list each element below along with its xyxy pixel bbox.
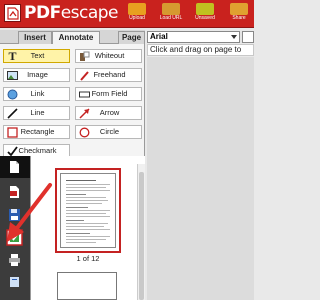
- share-icon: [230, 3, 248, 15]
- download-check-icon: [6, 229, 23, 246]
- form-field-tool-button[interactable]: Form Field: [75, 87, 142, 101]
- upload-button[interactable]: Upload: [122, 2, 152, 26]
- tab-page[interactable]: Page: [118, 31, 145, 44]
- share-doc-icon: [10, 277, 19, 287]
- page-count-label: 1 of 12: [76, 254, 100, 263]
- print-button[interactable]: [0, 249, 30, 271]
- page-sidebar-toolbar: [0, 156, 30, 300]
- image-tool-button[interactable]: Image: [3, 68, 70, 82]
- tab-insert[interactable]: Insert: [18, 31, 52, 44]
- thumbnail-page-preview: [60, 173, 116, 248]
- document-canvas[interactable]: [147, 57, 254, 300]
- font-toolbar: Arial: [147, 31, 254, 43]
- load-url-button[interactable]: Load URL: [156, 2, 186, 26]
- tab-bar: Insert Annotate Page: [0, 30, 145, 45]
- line-tool-button[interactable]: Line: [3, 106, 70, 120]
- rectangle-tool-button[interactable]: Rectangle: [3, 125, 70, 139]
- upload-icon: [128, 3, 146, 15]
- app-logo-text: PDFescape: [24, 3, 119, 23]
- pdfescape-logo-icon: [4, 4, 21, 22]
- font-family-select[interactable]: Arial: [147, 31, 240, 43]
- tool-panel: T Text Whiteout Image Freehand Link Form…: [0, 44, 145, 158]
- freehand-tool-button[interactable]: Freehand: [75, 68, 142, 82]
- tab-annotate[interactable]: Annotate: [52, 31, 100, 45]
- arrow-tool-button[interactable]: Arrow: [75, 106, 142, 120]
- unsaved-button[interactable]: Unsaved: [190, 2, 220, 26]
- pdf-file-icon: [10, 186, 19, 198]
- page-thumbnail-1[interactable]: [55, 168, 121, 253]
- share-button[interactable]: Share: [224, 2, 254, 26]
- unsaved-icon: [196, 3, 214, 15]
- pdf-file-button[interactable]: [0, 181, 30, 203]
- instruction-message: Click and drag on page to: [147, 44, 254, 56]
- whiteout-tool-button[interactable]: Whiteout: [75, 49, 142, 63]
- circle-tool-button[interactable]: Circle: [75, 125, 142, 139]
- save-button[interactable]: [0, 204, 30, 226]
- page-view-button[interactable]: [0, 156, 30, 178]
- font-size-select[interactable]: [242, 31, 254, 43]
- thumbnail-scrollbar[interactable]: [137, 164, 145, 300]
- share-page-button[interactable]: [0, 271, 30, 293]
- printer-icon: [9, 254, 20, 266]
- save-floppy-icon: [9, 209, 20, 221]
- app-header: PDFescape Upload Load URL Unsaved Share: [0, 0, 254, 28]
- text-tool-button[interactable]: T Text: [3, 49, 70, 63]
- load-url-icon: [162, 3, 180, 15]
- link-tool-button[interactable]: Link: [3, 87, 70, 101]
- page-thumbnail-2[interactable]: [57, 272, 117, 300]
- chevron-down-icon: [231, 35, 237, 39]
- save-download-button[interactable]: [0, 226, 30, 248]
- page-icon: [10, 161, 19, 173]
- scrollbar-thumb[interactable]: [139, 172, 144, 300]
